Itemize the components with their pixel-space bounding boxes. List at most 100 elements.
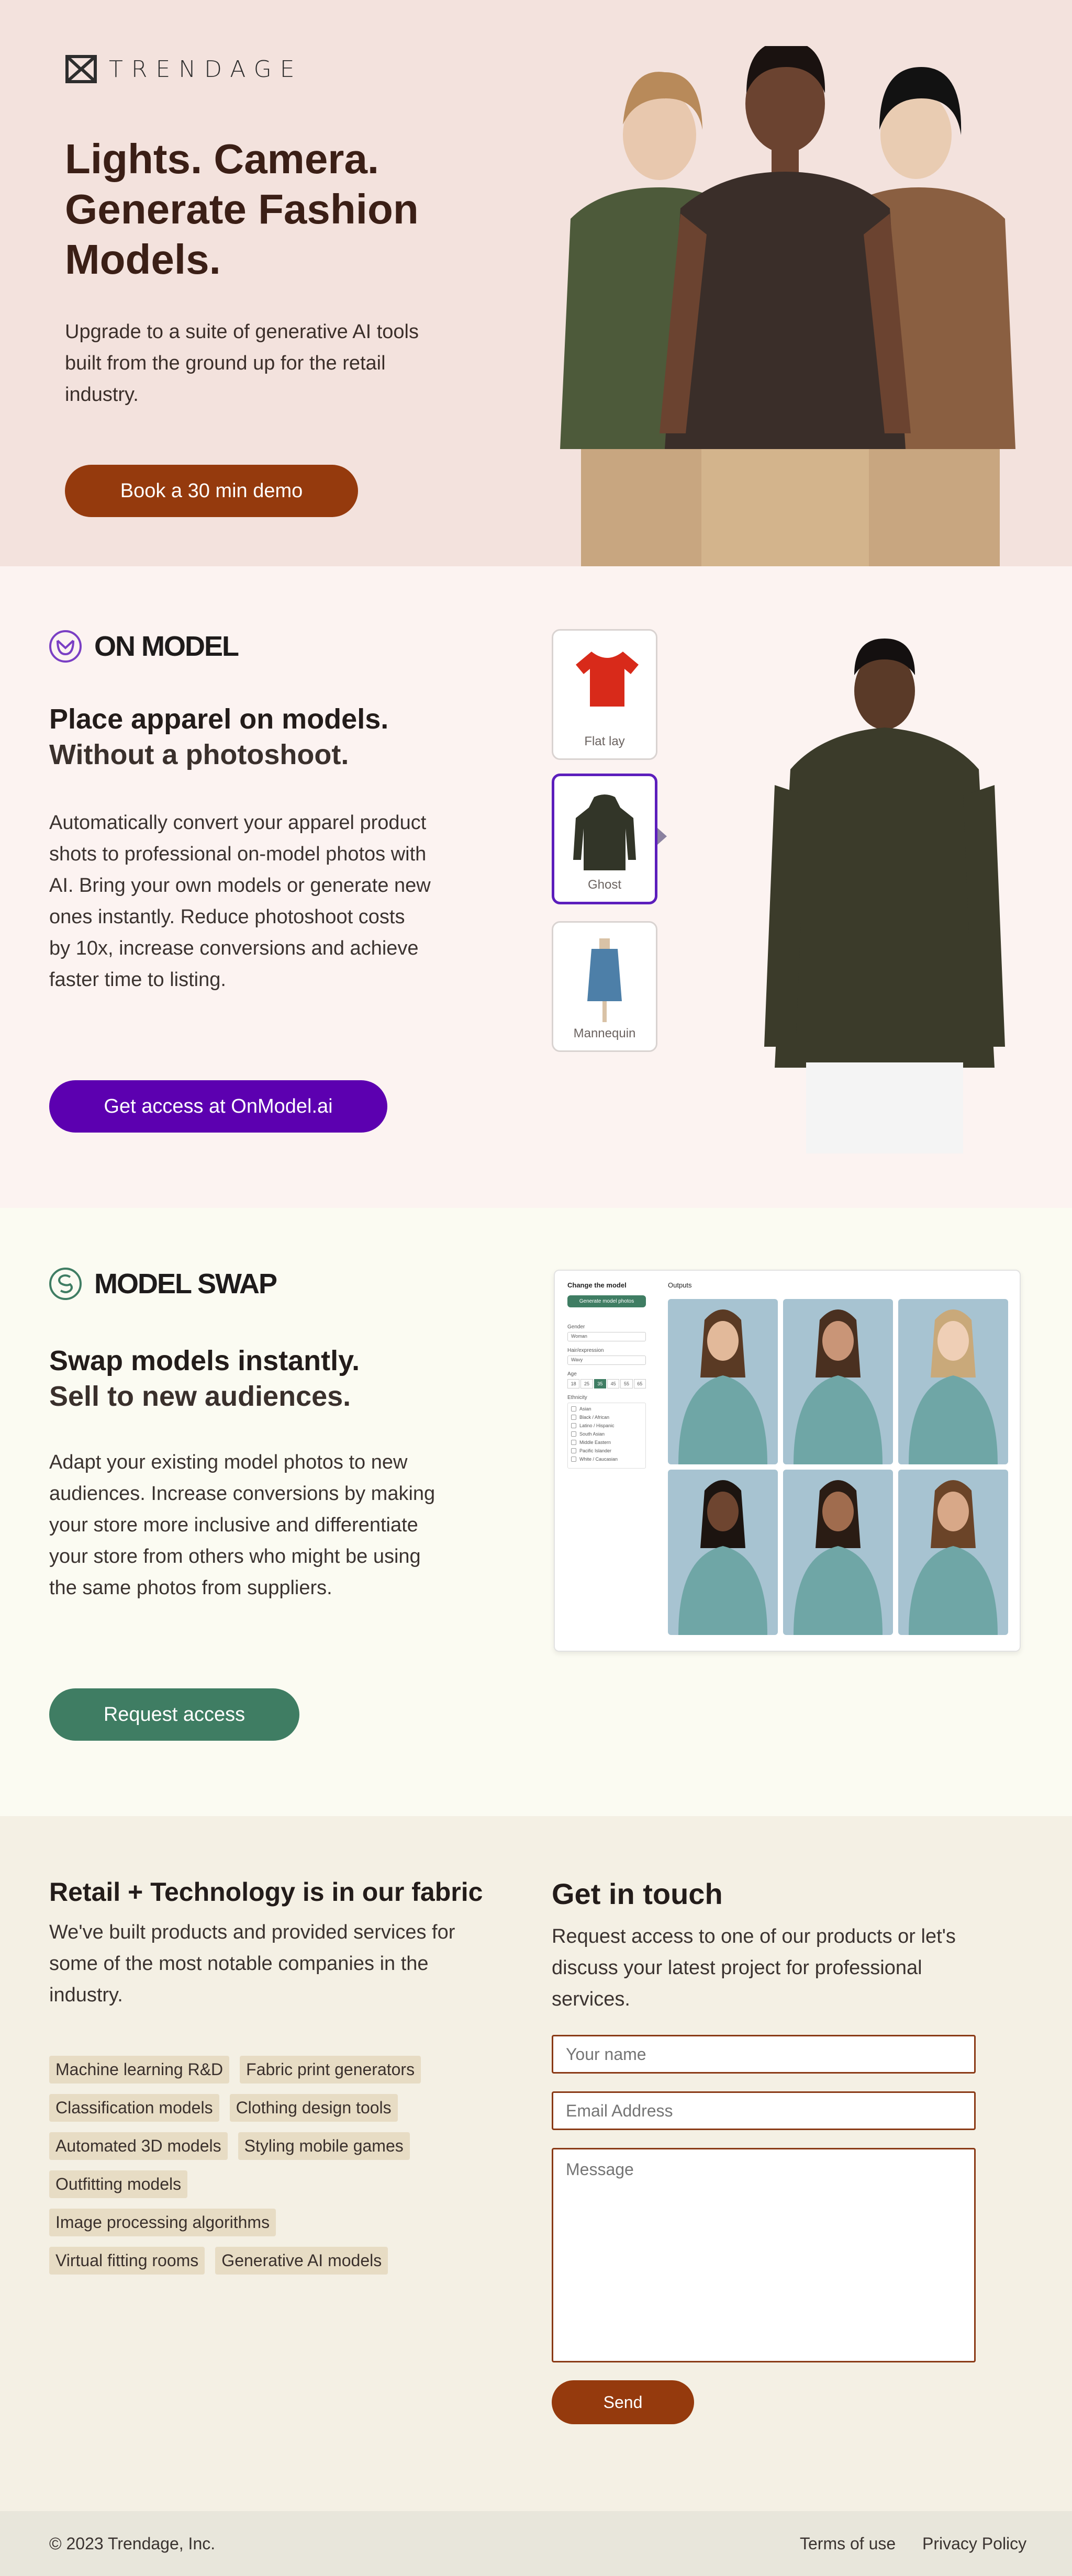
- modelswap-logo-icon: [49, 1268, 82, 1300]
- output-image[interactable]: [898, 1299, 1008, 1464]
- outputs-label: Outputs: [668, 1281, 692, 1289]
- ethnicity-option[interactable]: Latino / Hispanic: [571, 1423, 642, 1428]
- output-image[interactable]: [783, 1299, 893, 1464]
- service-tag: Automated 3D models: [49, 2132, 228, 2160]
- ethnicity-label-text: Pacific Islander: [579, 1448, 612, 1453]
- ethnicity-label-text: Latino / Hispanic: [579, 1423, 615, 1428]
- output-image[interactable]: [898, 1470, 1008, 1635]
- ethnicity-option[interactable]: White / Caucasian: [571, 1457, 642, 1462]
- tag-row: Outfitting models: [49, 2170, 478, 2198]
- service-tag: Generative AI models: [215, 2247, 388, 2275]
- panel-title: Change the model: [567, 1281, 627, 1289]
- email-input[interactable]: [552, 2091, 976, 2130]
- onmodel-access-button[interactable]: Get access at OnModel.ai: [49, 1080, 387, 1133]
- age-option[interactable]: 25: [580, 1379, 593, 1388]
- generate-photos-button[interactable]: Generate model photos: [567, 1295, 646, 1307]
- ethnicity-option[interactable]: Pacific Islander: [571, 1448, 642, 1453]
- age-option[interactable]: 18: [567, 1379, 580, 1388]
- thumb-flat-lay[interactable]: Flat lay: [552, 629, 657, 760]
- onmodel-brand-label: ON MODEL: [94, 631, 239, 662]
- copyright-text: © 2023 Trendage, Inc.: [49, 2534, 216, 2553]
- ethnicity-option[interactable]: South Asian: [571, 1431, 642, 1437]
- ethnicity-option[interactable]: Black / African: [571, 1415, 642, 1420]
- fabric-heading: Retail + Technology is in our fabric: [49, 1877, 483, 1907]
- thumb-label: Flat lay: [584, 734, 625, 748]
- brand-logo[interactable]: TRENDAGE: [65, 54, 303, 84]
- get-in-touch-body: Request access to one of our products or…: [552, 1925, 956, 2010]
- age-option[interactable]: 55: [620, 1379, 633, 1388]
- thumb-ghost[interactable]: Ghost: [552, 774, 657, 904]
- get-in-touch-heading: Get in touch: [552, 1877, 723, 1910]
- age-option-selected[interactable]: 35: [594, 1379, 606, 1388]
- checkbox-icon: [571, 1440, 576, 1445]
- request-access-button[interactable]: Request access: [49, 1688, 299, 1741]
- ethnicity-label-text: Asian: [579, 1406, 591, 1412]
- onmodel-logo-icon: [49, 630, 82, 663]
- tag-row: Automated 3D models Styling mobile games: [49, 2132, 478, 2160]
- ethnicity-label-text: South Asian: [579, 1431, 605, 1437]
- service-tag: Styling mobile games: [238, 2132, 410, 2160]
- ethnicity-option[interactable]: Asian: [571, 1406, 642, 1412]
- ethnicity-label-text: Middle Eastern: [579, 1440, 611, 1445]
- message-textarea[interactable]: [552, 2148, 976, 2362]
- tag-row: Classification models Clothing design to…: [49, 2094, 478, 2122]
- onmodel-heading: Place apparel on models. Without a photo…: [49, 701, 468, 772]
- tag-row: Image processing algorithms: [49, 2209, 478, 2236]
- modelswap-section: MODEL SWAP Swap models instantly. Sell t…: [0, 1208, 1072, 1816]
- onmodel-heading-light: Without a photoshoot.: [49, 739, 349, 770]
- model-photo: [909, 1309, 998, 1464]
- ethnicity-label: Ethnicity: [567, 1395, 587, 1401]
- modelswap-heading-main: Swap models instantly.: [49, 1345, 360, 1376]
- logo-text: TRENDAGE: [109, 55, 303, 83]
- checkbox-icon: [571, 1415, 576, 1420]
- model-photo: [678, 1480, 767, 1635]
- send-button[interactable]: Send: [552, 2380, 694, 2424]
- age-option[interactable]: 45: [607, 1379, 620, 1388]
- model-photo: [794, 1309, 883, 1464]
- hair-select[interactable]: Wavy: [567, 1356, 646, 1365]
- output-image[interactable]: [668, 1299, 778, 1464]
- modelswap-heading: Swap models instantly. Sell to new audie…: [49, 1343, 468, 1414]
- ethnicity-option[interactable]: Middle Eastern: [571, 1440, 642, 1445]
- tag-row: Machine learning R&D Fabric print genera…: [49, 2056, 478, 2084]
- modelswap-demo-panel: Change the model Generate model photos G…: [554, 1270, 1021, 1652]
- mannequin-icon: [587, 938, 622, 1022]
- terms-link[interactable]: Terms of use: [800, 2534, 896, 2553]
- checkbox-icon: [571, 1406, 576, 1412]
- tag-row: Virtual fitting rooms Generative AI mode…: [49, 2247, 478, 2275]
- onmodel-result-image: [764, 639, 1005, 1153]
- output-image[interactable]: [783, 1470, 893, 1635]
- modelswap-heading-light: Sell to new audiences.: [49, 1381, 351, 1412]
- output-image[interactable]: [668, 1470, 778, 1635]
- checkbox-icon: [571, 1423, 576, 1428]
- checkbox-icon: [571, 1448, 576, 1453]
- services-tags: Machine learning R&D Fabric print genera…: [49, 2056, 478, 2285]
- service-tag: Classification models: [49, 2094, 219, 2122]
- book-demo-button[interactable]: Book a 30 min demo: [65, 465, 358, 517]
- age-option[interactable]: 65: [633, 1379, 646, 1388]
- trendage-logo-icon: [65, 55, 97, 83]
- modelswap-brand-label: MODEL SWAP: [94, 1268, 277, 1300]
- hero-subtitle: Upgrade to a suite of generative AI tool…: [65, 321, 419, 406]
- ethnicity-list: Asian Black / African Latino / Hispanic …: [567, 1403, 646, 1469]
- privacy-link[interactable]: Privacy Policy: [922, 2534, 1026, 2553]
- onmodel-brand: ON MODEL: [48, 629, 239, 664]
- thumb-mannequin[interactable]: Mannequin: [552, 921, 657, 1052]
- service-tag: Machine learning R&D: [49, 2056, 230, 2084]
- onmodel-body: Automatically convert your apparel produ…: [49, 812, 431, 991]
- ethnicity-label-text: White / Caucasian: [579, 1457, 618, 1462]
- gender-select[interactable]: Woman: [567, 1332, 646, 1341]
- service-tag: Clothing design tools: [229, 2094, 398, 2122]
- service-tag: Image processing algorithms: [49, 2209, 276, 2236]
- checkbox-icon: [571, 1431, 576, 1437]
- panel-controls: Change the model Generate model photos G…: [567, 1281, 646, 1469]
- checkbox-icon: [571, 1457, 576, 1462]
- modelswap-brand: MODEL SWAP: [48, 1267, 277, 1301]
- hero-title: Lights. Camera. Generate Fashion Models.: [65, 136, 419, 283]
- modelswap-body: Adapt your existing model photos to new …: [49, 1451, 436, 1599]
- hero-models-image: [560, 46, 1015, 566]
- name-input[interactable]: [552, 2035, 976, 2074]
- model-photo: [678, 1309, 767, 1464]
- age-selector: 18 25 35 45 55 65: [567, 1379, 646, 1388]
- service-tag: Fabric print generators: [240, 2056, 421, 2084]
